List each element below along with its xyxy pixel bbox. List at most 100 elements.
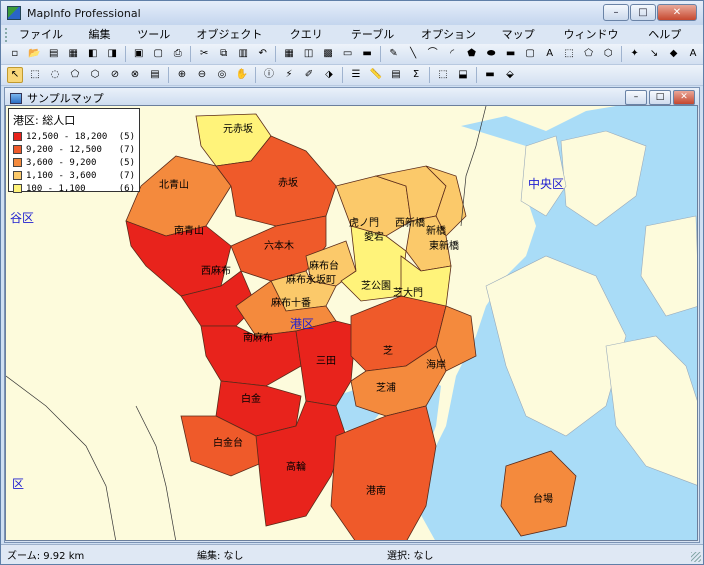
label-minato-ku: 港区 [290, 317, 314, 331]
resize-grip[interactable] [691, 552, 701, 562]
text-style-icon[interactable]: A [685, 46, 701, 62]
copy-icon[interactable]: ⧉ [216, 46, 232, 62]
map-close-button[interactable]: ✕ [673, 90, 695, 105]
label-toranomon: 虎ノ門 [349, 217, 379, 229]
map-maximize-button[interactable]: □ [649, 90, 671, 105]
new-redistrict-icon[interactable]: ▬ [359, 46, 375, 62]
label-higashi-shinbashi: 東新橋 [429, 239, 459, 252]
unselect-all-icon[interactable]: ⊘ [107, 67, 123, 83]
boundary-select-icon[interactable]: ⬡ [87, 67, 103, 83]
radius-select-icon[interactable]: ◌ [47, 67, 63, 83]
close-button[interactable]: ✕ [657, 4, 697, 21]
polygon-select-icon[interactable]: ⬠ [67, 67, 83, 83]
paste-icon[interactable]: ▥ [235, 46, 251, 62]
cut-icon[interactable]: ✂ [196, 46, 212, 62]
open-workspace-icon[interactable]: ▦ [66, 46, 82, 62]
add-node-icon[interactable]: ⬡ [600, 46, 616, 62]
menu-window[interactable]: ウィンドウ(W) [557, 25, 642, 60]
title-bar[interactable]: MapInfo Professional – □ ✕ [1, 1, 703, 25]
marquee-select-icon[interactable]: ⬚ [27, 67, 43, 83]
new-grapher-icon[interactable]: ▩ [320, 46, 336, 62]
show-legend-icon[interactable]: ▤ [388, 67, 404, 83]
legend-title: 港区: 総人口 [13, 114, 76, 127]
line-icon[interactable]: ╲ [405, 46, 421, 62]
save-icon[interactable]: ▣ [131, 46, 147, 62]
maximize-button[interactable]: □ [630, 4, 656, 21]
drag-window-icon[interactable]: ⬗ [321, 67, 337, 83]
menu-map[interactable]: マップ(M) [496, 25, 558, 60]
grabber-hand-icon[interactable]: ✋ [234, 67, 250, 83]
open-folder-icon[interactable]: 📂 [27, 46, 43, 62]
select-arrow-icon[interactable]: ↖ [7, 67, 23, 83]
menu-objects[interactable]: オブジェクト(O) [190, 25, 283, 60]
open-dbms-icon[interactable]: ◧ [85, 46, 101, 62]
status-edit[interactable]: 編集: なし [191, 547, 381, 562]
legend-row: 1,100 - 3,600 (7) [13, 169, 135, 182]
label-shibuya-partial: 谷区 [10, 211, 34, 225]
toolbar-separator [275, 46, 277, 62]
polyline-icon[interactable]: ⌒ [425, 46, 441, 62]
status-zoom[interactable]: ズーム: 9.92 km [1, 547, 191, 562]
symbol-icon[interactable]: ✎ [386, 46, 402, 62]
new-browser-icon[interactable]: ▦ [281, 46, 297, 62]
save-workspace-icon[interactable]: ▢ [150, 46, 166, 62]
undo-icon[interactable]: ↶ [255, 46, 271, 62]
new-mapper-icon[interactable]: ◫ [301, 46, 317, 62]
help-tool-icon[interactable]: ⬙ [502, 67, 518, 83]
new-layout-icon[interactable]: ▭ [340, 46, 356, 62]
clip-region-icon[interactable]: ⬓ [455, 67, 471, 83]
menu-edit[interactable]: 編集(E) [83, 25, 132, 60]
menu-options[interactable]: オプション(P) [415, 25, 496, 60]
polygon-icon[interactable]: ⬟ [464, 46, 480, 62]
status-select[interactable]: 選択: なし [381, 547, 581, 562]
rounded-rect-icon[interactable]: ▢ [522, 46, 538, 62]
reshape-icon[interactable]: ⬠ [581, 46, 597, 62]
zoom-out-icon[interactable]: ⊖ [194, 67, 210, 83]
layer-control-icon[interactable]: ☰ [348, 67, 364, 83]
menu-file[interactable]: ファイル(F) [13, 25, 83, 60]
ellipse-icon[interactable]: ⬬ [483, 46, 499, 62]
app-window: MapInfo Professional – □ ✕ ファイル(F) 編集(E)… [0, 0, 704, 565]
print-icon[interactable]: ⎙ [170, 46, 186, 62]
zoom-in-icon[interactable]: ⊕ [174, 67, 190, 83]
new-document-icon[interactable]: ▫ [7, 46, 23, 62]
open-table-icon[interactable]: ▤ [46, 46, 62, 62]
info-tool-icon[interactable]: ⓘ [261, 67, 277, 83]
map-legend[interactable]: 港区: 総人口 12,500 - 18,200 (5) 9,200 - 12,5… [8, 108, 140, 194]
hotlink-icon[interactable]: ⚡ [281, 67, 297, 83]
label-tool-icon[interactable]: ✐ [301, 67, 317, 83]
set-target-icon[interactable]: ⬚ [435, 67, 451, 83]
graph-select-icon[interactable]: ▤ [147, 67, 163, 83]
menu-help[interactable]: ヘルプ(H) [642, 25, 703, 60]
toolbar-separator [190, 46, 192, 62]
menu-query[interactable]: クエリ(Q) [284, 25, 345, 60]
legend-count: (7) [118, 144, 135, 155]
arc-icon[interactable]: ◜ [444, 46, 460, 62]
map-minimize-button[interactable]: – [625, 90, 647, 105]
menu-table[interactable]: テーブル(A) [345, 25, 415, 60]
label-shiba: 芝 [383, 344, 393, 357]
map-canvas[interactable]: 元赤坂 北青山 赤坂 南青山 虎ノ門 愛宕 西新橋 新橋 東新橋 六本木 西麻布… [5, 105, 698, 541]
invert-selection-icon[interactable]: ⊗ [127, 67, 143, 83]
scale-bar-icon[interactable]: ▬ [482, 67, 498, 83]
text-icon[interactable]: A [542, 46, 558, 62]
change-view-icon[interactable]: ◎ [214, 67, 230, 83]
menu-tools[interactable]: ツール(T) [131, 25, 190, 60]
label-shiba-daimon: 芝大門 [393, 286, 423, 299]
frame-icon[interactable]: ⬚ [561, 46, 577, 62]
line-style-icon[interactable]: ↘ [646, 46, 662, 62]
rectangle-icon[interactable]: ▬ [503, 46, 519, 62]
window-controls: – □ ✕ [603, 4, 697, 21]
label-shiba-koen: 芝公園 [361, 279, 391, 292]
toolbar-separator [620, 46, 622, 62]
statistics-icon[interactable]: Σ [408, 67, 424, 83]
legend-range: 3,600 - 9,200 [26, 157, 97, 168]
ruler-icon[interactable]: 📏 [368, 67, 384, 83]
region-style-icon[interactable]: ◆ [666, 46, 682, 62]
menu-grip-handle[interactable] [5, 27, 9, 42]
open-wms-icon[interactable]: ◨ [105, 46, 121, 62]
minimize-button[interactable]: – [603, 4, 629, 21]
symbol-style-icon[interactable]: ✦ [627, 46, 643, 62]
label-mita: 三田 [316, 356, 336, 367]
label-shinagawa-partial: 区 [12, 477, 24, 491]
